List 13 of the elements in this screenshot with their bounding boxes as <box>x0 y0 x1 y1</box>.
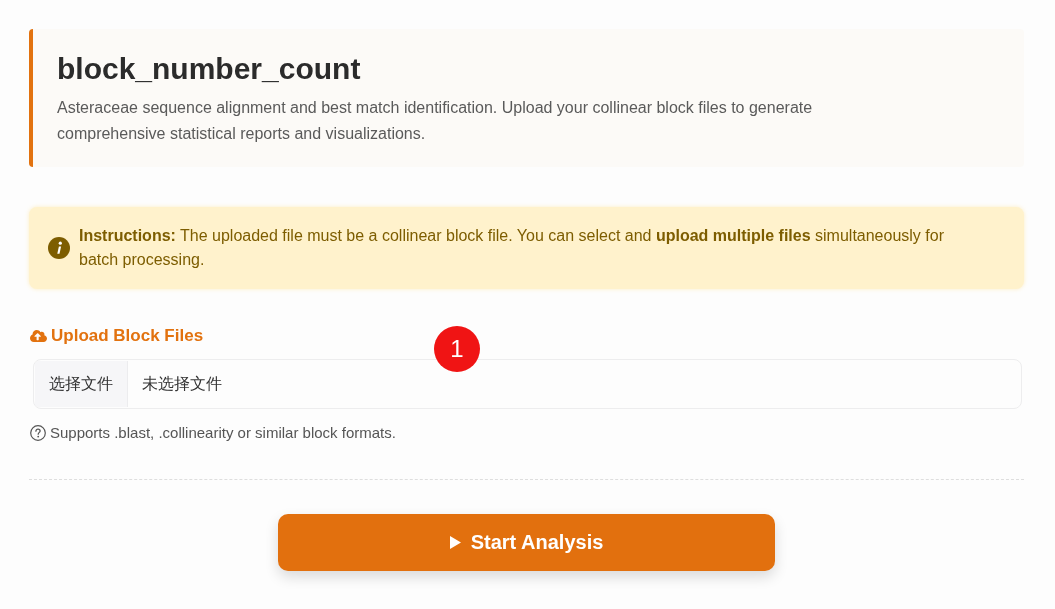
hint-text: Supports .blast, .collinearity or similar block formats. <box>50 423 396 443</box>
upload-label: Upload Block Files <box>51 325 204 347</box>
file-status-text: 未选择文件 <box>141 373 222 394</box>
info-icon <box>48 237 70 259</box>
page-description: Asteraceae sequence alignment and best match identification. Upload your collinear block files to generate comprehensive statistical reports and visualizations. <box>57 98 814 144</box>
choose-file-button[interactable]: 选择文件 <box>35 361 128 407</box>
play-icon <box>449 536 461 549</box>
marker-badge: 1 <box>434 326 480 372</box>
file-input-field[interactable]: 选择文件 未选择文件 <box>33 359 1022 409</box>
page-title: block_number_count <box>57 51 362 87</box>
help-icon <box>30 425 46 441</box>
cloud-upload-icon <box>30 329 47 343</box>
notice-text: Instructions: The uploaded file must be a collinear block file. You can select and upload multiple files simultaneously for batch processing. <box>79 226 945 270</box>
